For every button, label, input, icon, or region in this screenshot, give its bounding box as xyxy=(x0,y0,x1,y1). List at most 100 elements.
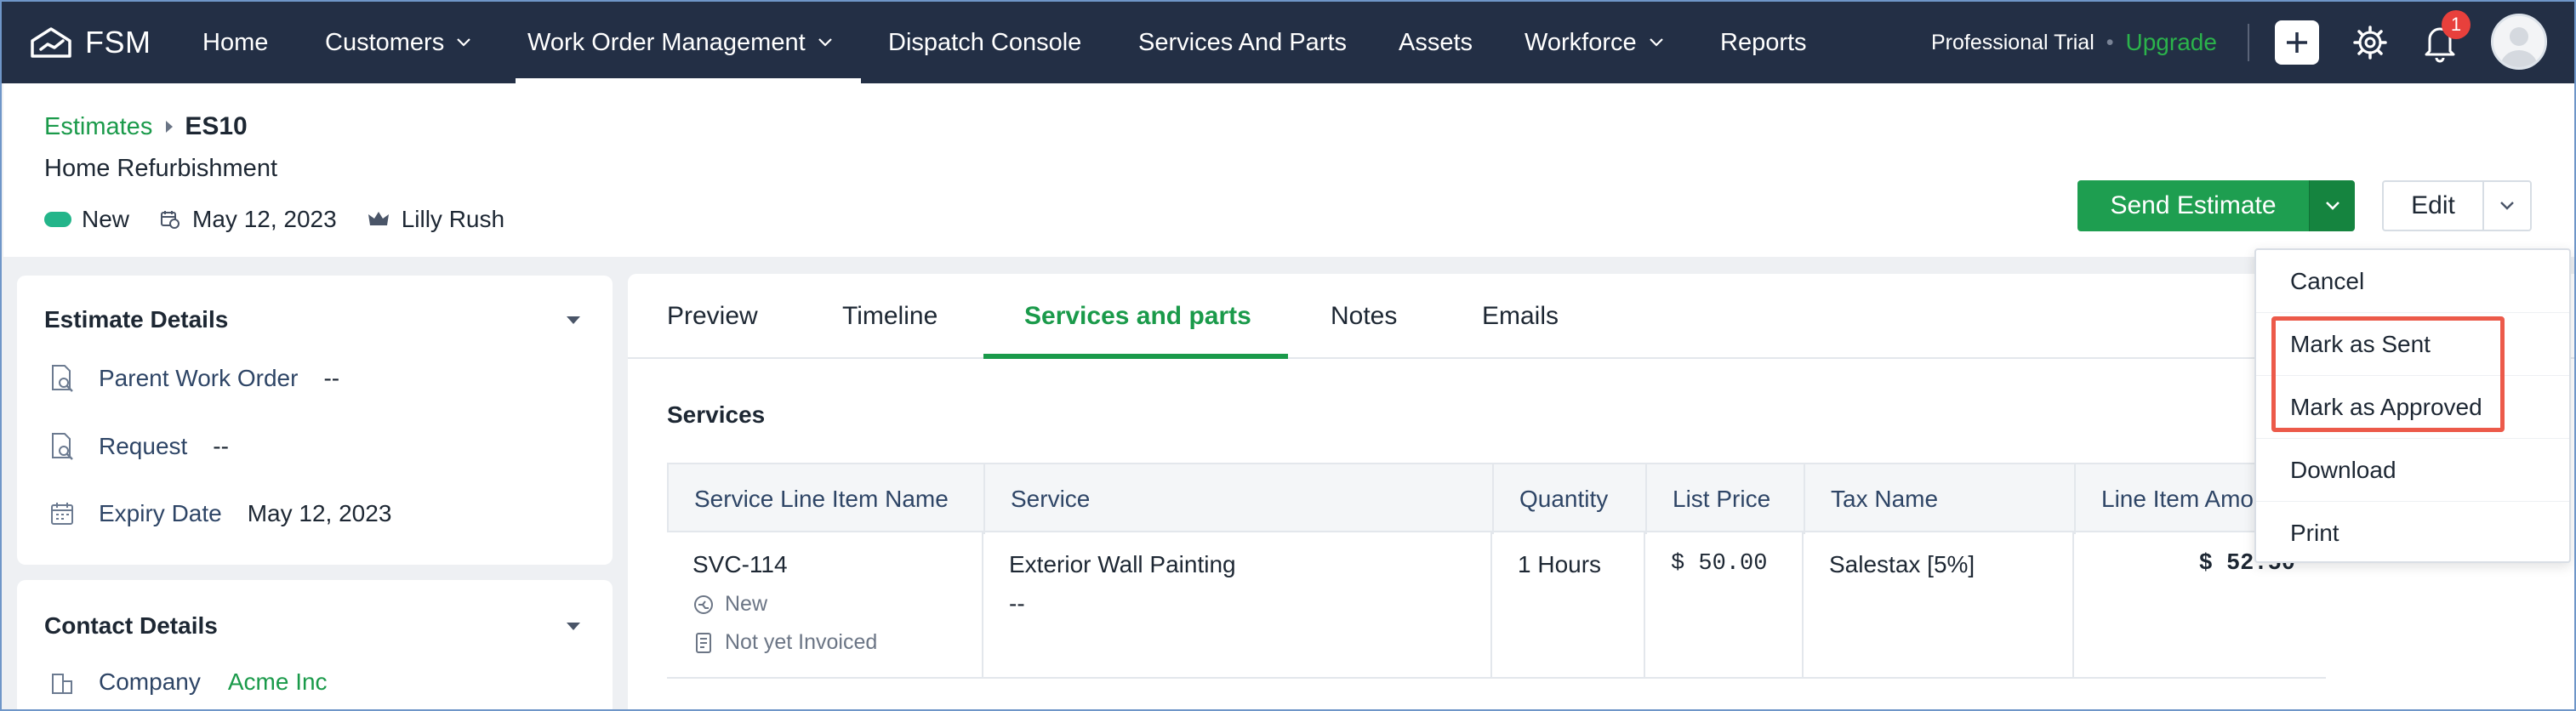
highlight-box xyxy=(2271,316,2505,432)
tab-emails[interactable]: Emails xyxy=(1482,274,1559,359)
menu-item-download[interactable]: Download xyxy=(2256,439,2569,502)
tab-timeline[interactable]: Timeline xyxy=(842,274,938,359)
top-navigation-bar: FSM Home Customers Work Order Management… xyxy=(2,2,2574,83)
quantity-cell: 1 Hours xyxy=(1492,532,1645,679)
service-description: -- xyxy=(1009,590,1025,617)
invoice-status-text: Not yet Invoiced xyxy=(725,630,878,654)
edit-button[interactable]: Edit xyxy=(2382,180,2484,231)
status-indicator xyxy=(44,212,71,227)
document-search-icon xyxy=(52,365,73,392)
crown-icon xyxy=(368,212,389,225)
contact-details-panel: Contact Details Company Acme Inc xyxy=(17,580,613,709)
gear-icon[interactable] xyxy=(2351,24,2389,61)
service-line-item-cell: SVC-114 New Not yet Invoiced xyxy=(667,532,983,679)
expiry-date-label: Expiry Date xyxy=(99,500,222,526)
services-section-title: Services xyxy=(667,401,766,428)
send-estimate-button[interactable]: Send Estimate xyxy=(2077,180,2309,231)
nav-customers[interactable]: Customers xyxy=(325,2,471,83)
calendar-clock-icon xyxy=(161,211,180,229)
record-id: ES10 xyxy=(185,112,248,140)
quick-create-button[interactable] xyxy=(2275,20,2319,65)
nav-reports[interactable]: Reports xyxy=(1720,2,1807,83)
breadcrumb: Estimates ES10 xyxy=(44,112,248,141)
nav-customers-label: Customers xyxy=(325,28,445,56)
menu-item-print[interactable]: Print xyxy=(2256,502,2569,565)
nav-assets[interactable]: Assets xyxy=(1399,2,1473,83)
status-badge: New xyxy=(44,206,129,233)
plus-icon xyxy=(2287,32,2307,53)
calendar-icon xyxy=(51,503,73,525)
nav-dispatch-console-label: Dispatch Console xyxy=(888,28,1082,56)
tax-name-cell: Salestax [5%] xyxy=(1804,532,2074,679)
separator-dot: • xyxy=(2106,30,2114,54)
document-search-icon xyxy=(52,433,73,460)
invoice-icon xyxy=(696,632,711,653)
contact-details-title: Contact Details xyxy=(44,612,218,639)
notification-badge: 1 xyxy=(2442,10,2471,39)
chevron-down-icon xyxy=(818,38,832,47)
line-item-status: New xyxy=(692,592,982,617)
tab-preview[interactable]: Preview xyxy=(667,274,758,359)
menu-item-cancel[interactable]: Cancel xyxy=(2256,250,2569,313)
app-name: FSM xyxy=(85,25,151,60)
fsm-logo-icon xyxy=(31,27,71,58)
status-cycle-icon xyxy=(694,594,713,614)
nav-work-order-management-label: Work Order Management xyxy=(527,28,806,56)
trial-status: Professional Trial • Upgrade xyxy=(1931,2,2217,83)
tab-notes[interactable]: Notes xyxy=(1331,274,1397,359)
estimate-details-title: Estimate Details xyxy=(44,306,229,333)
parent-work-order-row: Parent Work Order -- xyxy=(49,364,339,393)
record-date-text: May 12, 2023 xyxy=(192,206,337,232)
record-title: Home Refurbishment xyxy=(44,155,277,182)
nav-reports-label: Reports xyxy=(1720,28,1807,56)
table-row[interactable]: SVC-114 New Not yet Invoiced Exterior Wa… xyxy=(667,532,2326,679)
list-price-cell: $ 50.00 xyxy=(1645,532,1804,679)
upgrade-link[interactable]: Upgrade xyxy=(2126,29,2217,56)
record-meta: New May 12, 2023 Lilly Rush xyxy=(44,206,535,233)
company-link[interactable]: Acme Inc xyxy=(228,668,328,696)
estimate-details-panel: Estimate Details Parent Work Order -- Re… xyxy=(17,276,613,565)
nav-dispatch-console[interactable]: Dispatch Console xyxy=(888,2,1081,83)
chevron-down-icon xyxy=(2500,202,2514,210)
request-label: Request xyxy=(99,433,188,459)
breadcrumb-estimates-link[interactable]: Estimates xyxy=(44,113,152,141)
app-logo[interactable]: FSM xyxy=(27,19,151,66)
trial-label: Professional Trial xyxy=(1931,30,2094,54)
company-row: Company Acme Inc xyxy=(49,668,328,696)
invoice-status: Not yet Invoiced xyxy=(692,630,982,655)
expiry-date-row: Expiry Date May 12, 2023 xyxy=(49,500,391,527)
company-label: Company xyxy=(99,668,201,695)
record-owner: Lilly Rush xyxy=(368,206,504,233)
active-tab-indicator xyxy=(983,354,1288,359)
line-item-status-text: New xyxy=(725,592,768,616)
nav-divider xyxy=(2248,24,2249,61)
record-date: May 12, 2023 xyxy=(160,206,337,233)
service-name: Exterior Wall Painting xyxy=(1009,551,1236,577)
nav-services-and-parts[interactable]: Services And Parts xyxy=(1138,2,1347,83)
service-line-item-name[interactable]: SVC-114 xyxy=(692,551,982,578)
status-text: New xyxy=(82,206,130,232)
app-frame: FSM Home Customers Work Order Management… xyxy=(0,0,2576,711)
nav-workforce-label: Workforce xyxy=(1525,28,1637,56)
parent-work-order-value: -- xyxy=(323,365,340,391)
nav-workforce[interactable]: Workforce xyxy=(1525,2,1664,83)
service-cell: Exterior Wall Painting -- xyxy=(983,532,1492,679)
send-estimate-dropdown-button[interactable] xyxy=(2309,180,2355,231)
column-header: Quantity xyxy=(1494,464,1647,534)
chevron-down-icon xyxy=(1649,38,1663,47)
expiry-date-value: May 12, 2023 xyxy=(247,500,392,526)
edit-dropdown-button[interactable] xyxy=(2482,180,2532,231)
parent-work-order-label: Parent Work Order xyxy=(99,365,299,391)
user-avatar-icon xyxy=(2493,16,2545,67)
nav-home-label: Home xyxy=(202,28,269,56)
table-header: Service Line Item Name Service Quantity … xyxy=(667,463,2326,534)
nav-home[interactable]: Home xyxy=(202,2,268,83)
nav-work-order-management[interactable]: Work Order Management xyxy=(527,2,833,83)
avatar[interactable] xyxy=(2491,14,2547,70)
tab-services-and-parts[interactable]: Services and parts xyxy=(1024,274,1251,359)
chevron-down-icon xyxy=(2325,202,2339,210)
collapse-caret-icon[interactable] xyxy=(567,316,580,324)
collapse-caret-icon[interactable] xyxy=(567,623,580,630)
column-header: List Price xyxy=(1647,464,1805,534)
chevron-down-icon xyxy=(457,38,470,47)
